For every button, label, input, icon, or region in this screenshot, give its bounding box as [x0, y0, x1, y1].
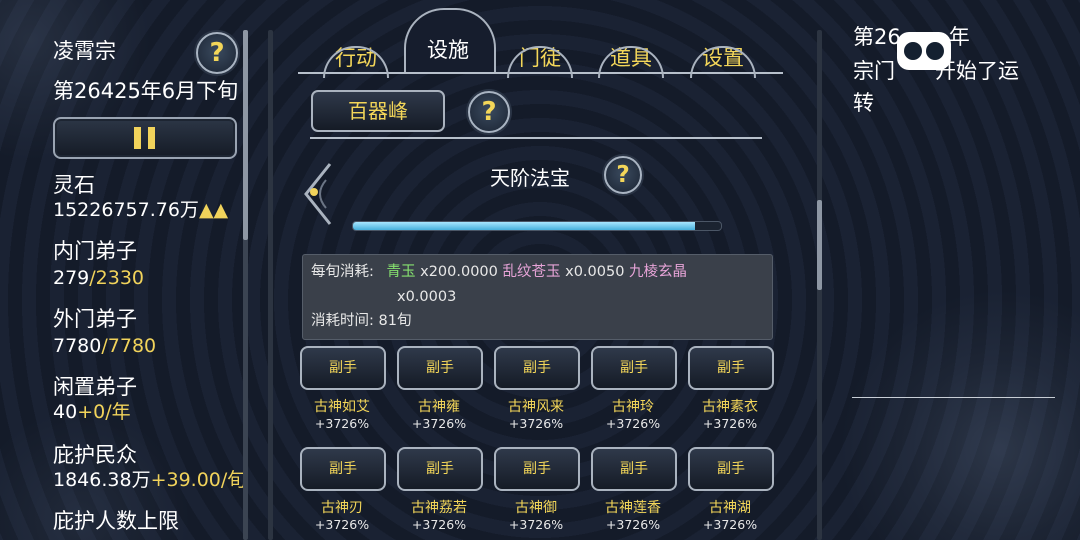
gamepad-overlay-icon[interactable] — [897, 32, 951, 70]
content-scrollbar-thumb[interactable] — [817, 200, 822, 290]
increase-arrows: ▲▲ — [198, 199, 229, 221]
helper-bonus: +3726% — [314, 416, 370, 431]
helper-name: 古神荔若 — [411, 500, 467, 516]
helper-button[interactable]: 副手 — [591, 346, 677, 390]
helper-name: 古神素衣 — [702, 399, 758, 415]
helper-button[interactable]: 副手 — [397, 447, 483, 491]
helper-bonus: +3726% — [702, 416, 758, 431]
sidebar-scrollbar-thumb[interactable] — [243, 30, 248, 240]
helper-bonus: +3726% — [508, 517, 564, 532]
helper-name: 古神如艾 — [314, 399, 370, 415]
pause-icon-bar-right — [148, 127, 155, 149]
cost-time: 消耗时间: 81旬 — [311, 313, 412, 329]
inner-disciples-value: 279/2330 — [53, 267, 145, 289]
facility-select-button[interactable]: 百器峰 — [311, 90, 445, 132]
helper-button[interactable]: 副手 — [591, 447, 677, 491]
tab-facilities[interactable]: 设施 — [425, 34, 471, 64]
tab-action[interactable]: 行动 — [323, 42, 389, 78]
log-line-3: 转 — [853, 91, 874, 115]
helper-name: 古神雍 — [418, 399, 460, 415]
helper-button[interactable]: 副手 — [300, 346, 386, 390]
outer-disciples-label: 外门弟子 — [53, 307, 137, 331]
outer-disciples-value: 7780/7780 — [53, 335, 157, 357]
idle-disciples-value: 40+0/年 — [53, 401, 131, 423]
helper-name: 古神刃 — [321, 500, 363, 516]
content-scrollbar[interactable] — [817, 30, 822, 540]
inner-disciples-label: 内门弟子 — [53, 239, 137, 263]
protected-people-value: 1846.38万+39.00/旬 — [53, 469, 247, 491]
helper-name: 古神御 — [515, 500, 557, 516]
helper-bonus: +3726% — [605, 517, 661, 532]
helper-bonus: +3726% — [605, 416, 661, 431]
helper-button[interactable]: 副手 — [300, 447, 386, 491]
helper-bonus: +3726% — [411, 416, 467, 431]
helper-button[interactable]: 副手 — [688, 346, 774, 390]
pause-button[interactable] — [53, 117, 237, 159]
back-arrow-icon[interactable] — [300, 160, 334, 228]
tab-settings[interactable]: 设置 — [690, 42, 756, 78]
helper-name: 古神湖 — [709, 500, 751, 516]
helper-button[interactable]: 副手 — [397, 346, 483, 390]
help-icon-facility[interactable]: ? — [468, 91, 510, 133]
sect-name: 凌霄宗 — [53, 39, 116, 63]
section-title: 天阶法宝 — [490, 166, 570, 190]
helper-bonus: +3726% — [702, 517, 758, 532]
idle-disciples-label: 闲置弟子 — [53, 375, 137, 399]
protect-limit-label: 庇护人数上限 — [53, 509, 179, 533]
helper-name: 古神玲 — [612, 399, 654, 415]
help-icon-sidebar[interactable]: ? — [196, 32, 238, 74]
gamepad-right-eye — [926, 42, 944, 60]
helper-bonus: +3726% — [314, 517, 370, 532]
game-date: 第26425年6月下旬 — [53, 79, 239, 103]
helper-bonus: +3726% — [411, 517, 467, 532]
cost-line-2: x0.0003 — [397, 289, 457, 305]
tab-disciples[interactable]: 门徒 — [507, 42, 573, 78]
help-icon-section[interactable]: ? — [604, 156, 642, 194]
progress-bar-fill — [353, 222, 696, 230]
gamepad-left-eye — [904, 42, 922, 60]
progress-bar — [352, 221, 722, 231]
cost-line-1: 每旬消耗: 青玉 x200.0000 乱纹苍玉 x0.0050 九棱玄晶 — [311, 264, 688, 280]
helper-bonus: +3726% — [508, 416, 564, 431]
helper-name: 古神风来 — [508, 399, 564, 415]
spirit-stone-label: 灵石 — [53, 173, 95, 197]
pause-icon-bar-left — [134, 127, 141, 149]
tab-items[interactable]: 道具 — [598, 42, 664, 78]
cost-panel: 每旬消耗: 青玉 x200.0000 乱纹苍玉 x0.0050 九棱玄晶 x0.… — [302, 254, 773, 340]
helper-name: 古神莲香 — [605, 500, 661, 516]
helper-button[interactable]: 副手 — [494, 447, 580, 491]
helper-button[interactable]: 副手 — [494, 346, 580, 390]
section-divider — [310, 137, 762, 139]
log-divider — [852, 397, 1055, 398]
sidebar-divider — [268, 30, 273, 540]
sidebar-scrollbar[interactable] — [243, 30, 248, 540]
protected-people-label: 庇护民众 — [53, 443, 137, 467]
helper-button[interactable]: 副手 — [688, 447, 774, 491]
spirit-stone-value: 15226757.76万▲▲ — [53, 199, 229, 221]
